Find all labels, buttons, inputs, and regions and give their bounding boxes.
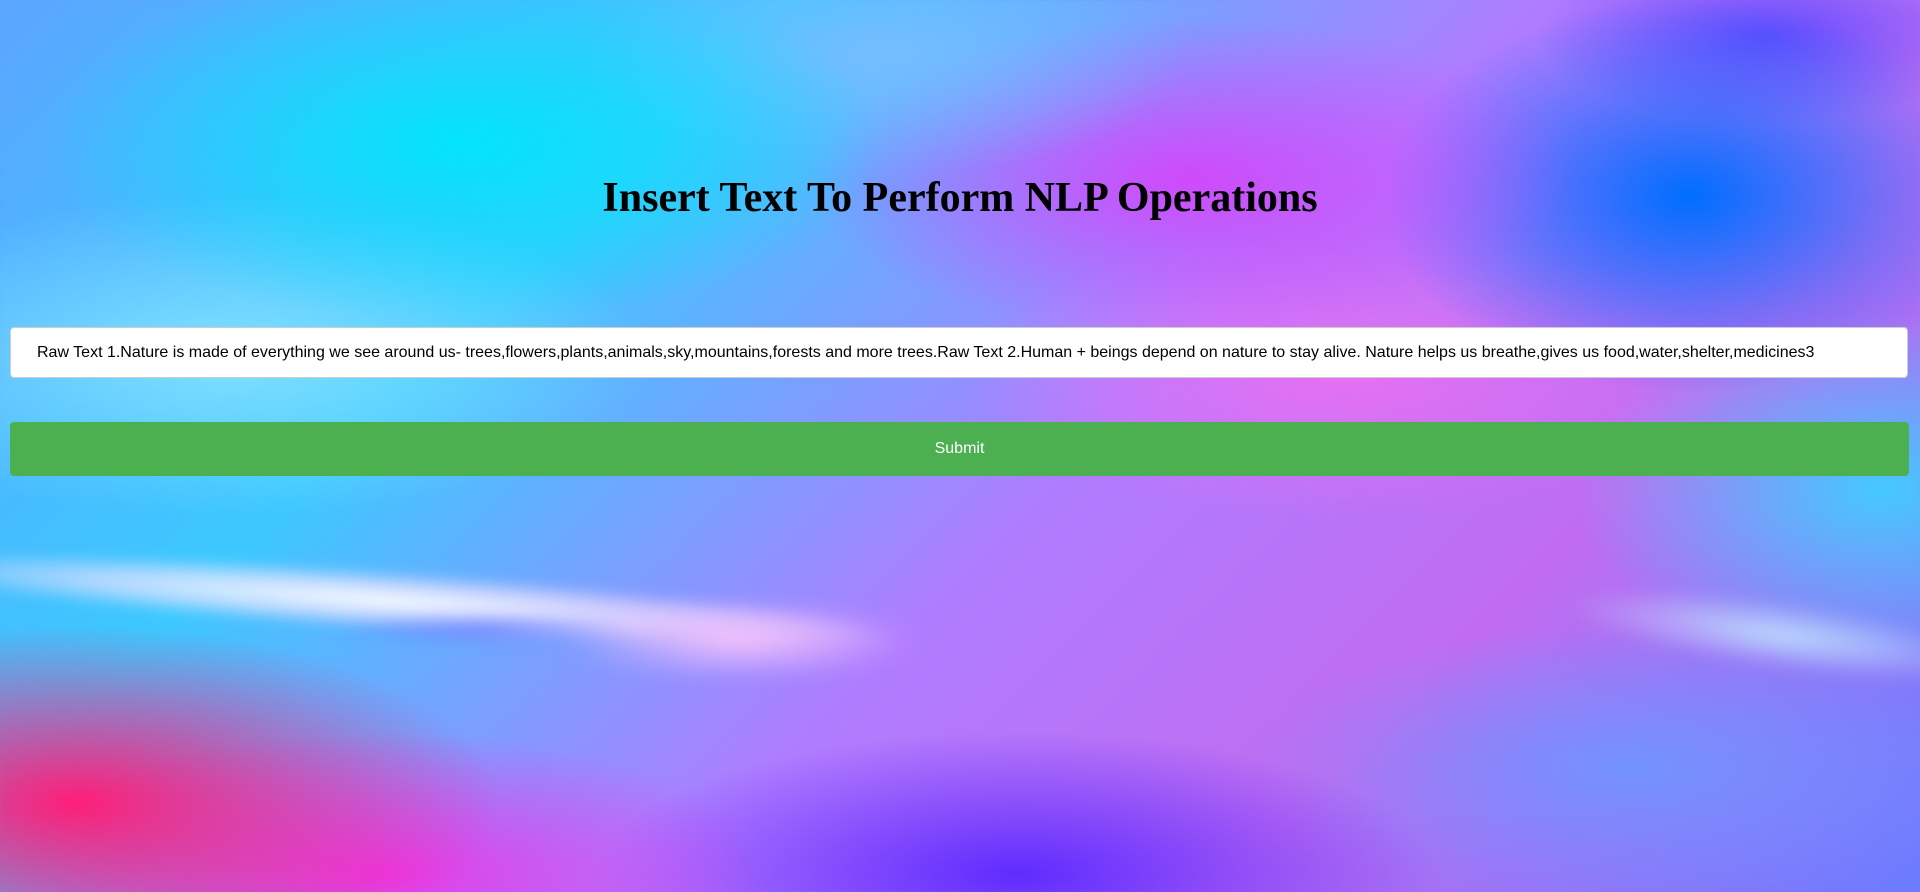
background-blue-glow (330, 612, 630, 646)
page-title: Insert Text To Perform NLP Operations (602, 175, 1318, 221)
background-pink-glow (560, 600, 920, 680)
background-light-streak (0, 535, 881, 665)
background-cyan-glow (1557, 569, 1920, 701)
raw-text-input[interactable] (10, 327, 1908, 378)
submit-button[interactable]: Submit (10, 422, 1909, 476)
